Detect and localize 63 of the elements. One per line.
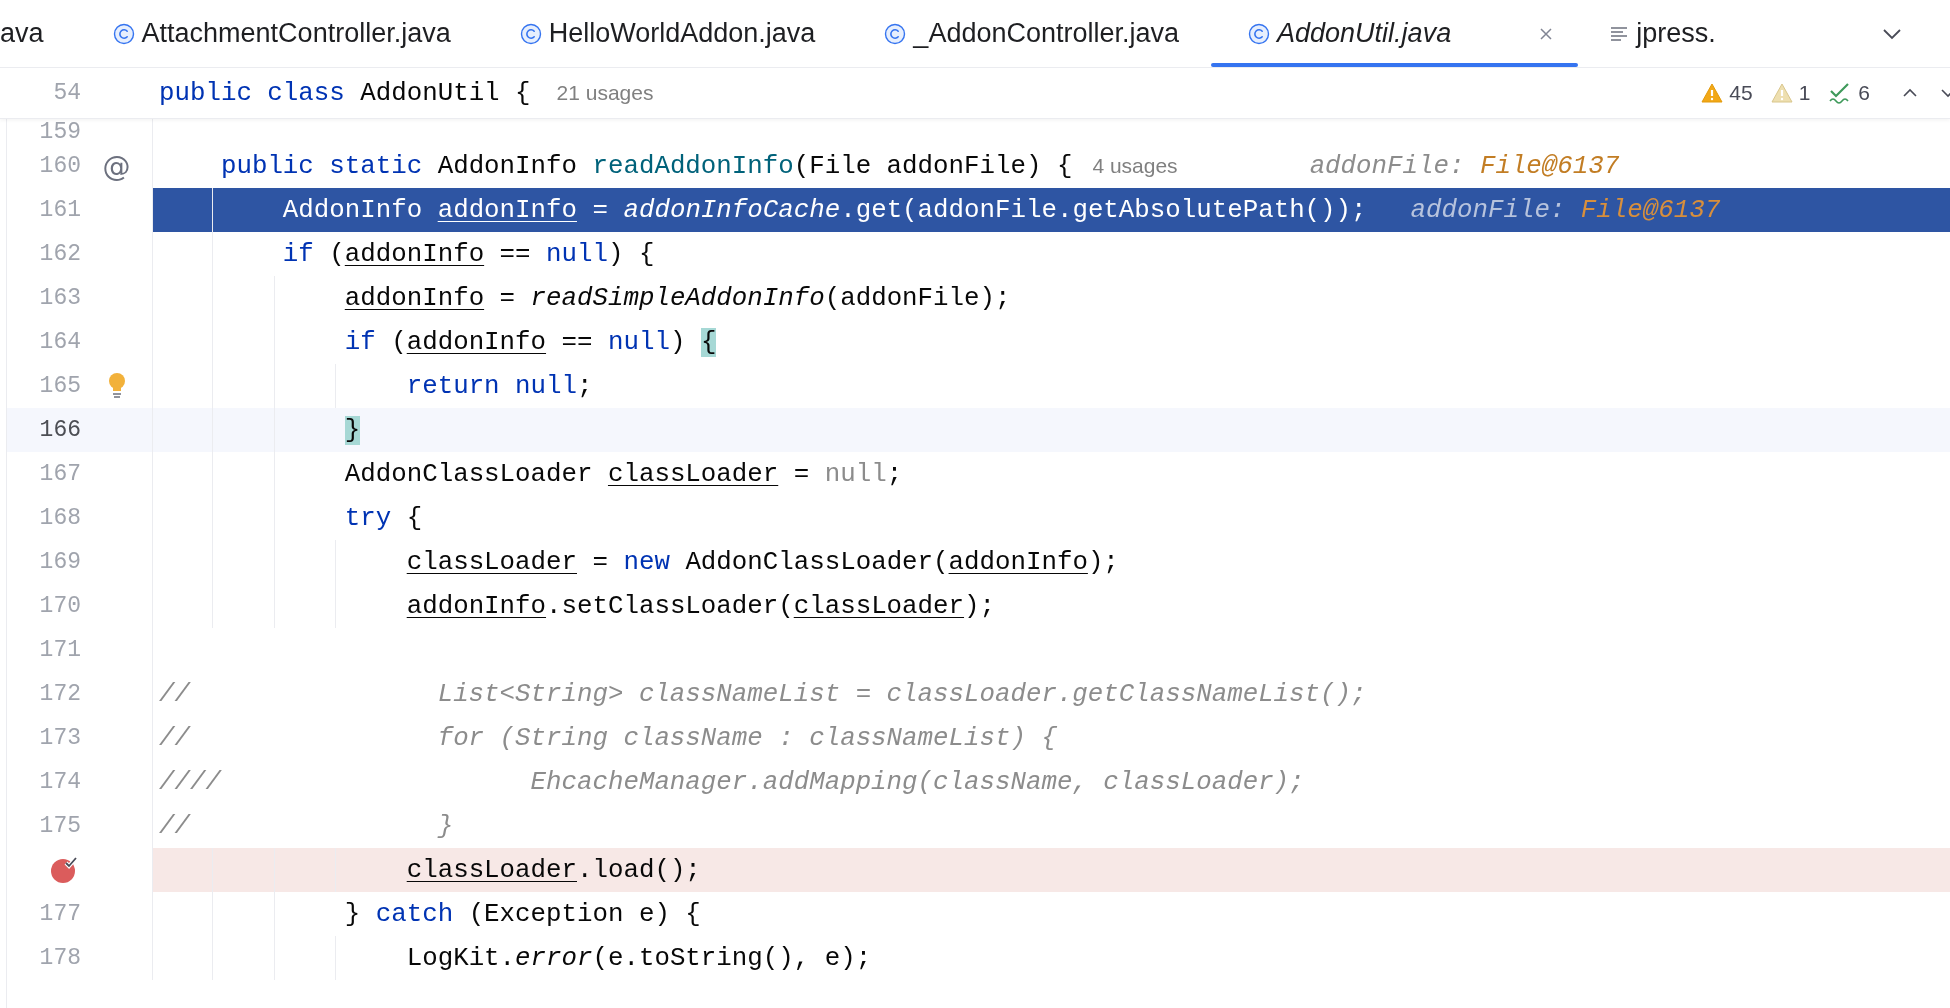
usages-hint[interactable]: 21 usages xyxy=(556,81,654,105)
warning-icon xyxy=(1701,83,1724,103)
code-line: return null; xyxy=(405,371,593,401)
text-file-icon xyxy=(1609,24,1630,43)
code-line: if (addonInfo == null) { xyxy=(343,327,717,357)
editor-tab[interactable]: jpress. xyxy=(1578,0,1748,67)
inspection-count: 1 xyxy=(1798,81,1811,105)
inline-value-hint: addonFile: File@6137 xyxy=(1410,195,1721,225)
inspection-count: 6 xyxy=(1858,81,1870,105)
class-icon xyxy=(1248,22,1271,45)
chevron-down-icon[interactable] xyxy=(1882,27,1902,40)
line-number: 164 xyxy=(39,329,81,355)
code-line: classLoader = new AddonClassLoader(addonInfo); xyxy=(405,547,1119,577)
code-line: // } xyxy=(159,811,454,841)
usages-hint[interactable]: 4 usages xyxy=(1092,154,1178,178)
line-number: 165 xyxy=(39,373,81,399)
line-number: 175 xyxy=(39,813,81,839)
code-line: classLoader.load(); xyxy=(405,855,701,885)
line-number: 160 xyxy=(39,153,81,179)
line-number: 166 xyxy=(39,417,81,443)
line-number: 168 xyxy=(39,505,81,531)
editor-tab[interactable]: AttachmentController.java xyxy=(75,0,483,67)
line-number: 172 xyxy=(39,681,81,707)
close-icon[interactable] xyxy=(1538,25,1555,42)
editor-tab[interactable]: AddonUtil.java xyxy=(1211,0,1579,67)
code-line: //// EhcacheManager.addMapping(className, classLoader); xyxy=(159,767,1305,797)
line-number: 170 xyxy=(39,593,81,619)
line-number: 54 xyxy=(52,80,81,106)
line-number: 174 xyxy=(39,769,81,795)
class-icon xyxy=(519,22,542,45)
class-icon xyxy=(884,22,907,45)
code-line: addonInfo.setClassLoader(classLoader); xyxy=(405,591,995,621)
lightbulb-icon[interactable] xyxy=(106,372,127,400)
code-line: public class AddonUtil { xyxy=(159,78,531,108)
annotation-marker[interactable]: @ xyxy=(102,149,131,183)
line-number: 169 xyxy=(39,549,81,575)
inline-value-hint: addonFile: File@6137 xyxy=(1309,151,1620,181)
code-line: // for (String className : classNameList) { xyxy=(159,723,1057,753)
inspection-count: 45 xyxy=(1729,81,1753,105)
code-line: addonInfo = readSimpleAddonInfo(addonFile); xyxy=(343,283,1011,313)
line-number: 178 xyxy=(39,945,81,971)
class-icon xyxy=(112,22,135,45)
line-number: 159 xyxy=(39,120,81,144)
line-number: 167 xyxy=(39,461,81,487)
line-number: 171 xyxy=(39,637,81,663)
code-line: if (addonInfo == null) { xyxy=(281,239,655,269)
chevron-up-icon[interactable] xyxy=(1902,88,1918,98)
code-line: AddonClassLoader classLoader = null; xyxy=(343,459,903,489)
code-line: } catch (Exception e) { xyxy=(343,899,701,929)
code-line: public static AddonInfo readAddonInfo(File addonFile) { xyxy=(219,151,1073,181)
line-number: 162 xyxy=(39,241,81,267)
editor-tab[interactable]: HelloWorldAddon.java xyxy=(482,0,848,67)
editor-tab[interactable]: _AddonController.java xyxy=(847,0,1212,67)
line-number: 163 xyxy=(39,285,81,311)
line-number: 177 xyxy=(39,901,81,927)
code-line: // List<String> classNameList = classLoader.getClassNameList(); xyxy=(159,679,1367,709)
code-line: AddonInfo addonInfo = addonInfoCache.get(addonFile.getAbsolutePath()); xyxy=(281,195,1367,225)
code-line: LogKit.error(e.toString(), e); xyxy=(405,943,872,973)
weak-warning-icon xyxy=(1770,83,1793,103)
line-number: 173 xyxy=(39,725,81,751)
code-line: try { xyxy=(343,503,423,533)
line-number: 161 xyxy=(39,197,81,223)
editor-tab[interactable]: ava xyxy=(0,0,76,67)
